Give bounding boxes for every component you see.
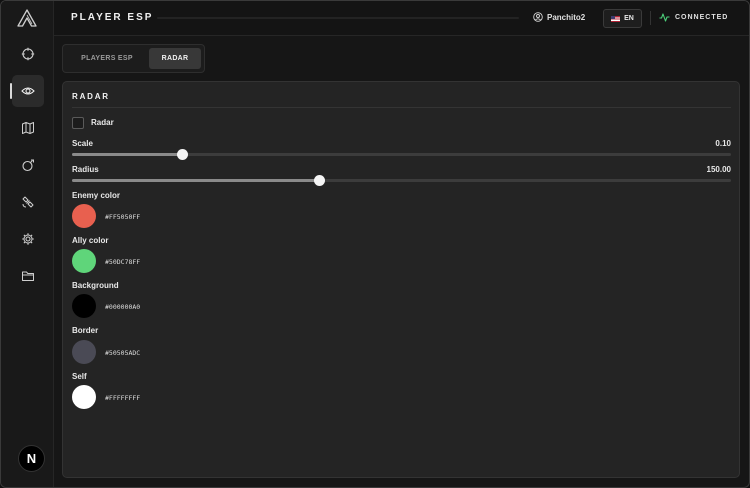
radar-checkbox-label: Radar [91, 118, 114, 127]
scale-value: 0.10 [715, 139, 731, 148]
scale-slider-fill [72, 153, 183, 156]
connection-status: CONNECTED [659, 13, 728, 22]
border-color-label: Border [72, 326, 99, 335]
active-indicator [10, 83, 12, 99]
border-color-swatch[interactable] [72, 340, 96, 364]
radar-checkbox[interactable] [72, 117, 84, 129]
folder-icon [22, 271, 34, 281]
border-color-hex: #50505ADC [105, 349, 141, 357]
nav-map[interactable] [12, 112, 44, 144]
ally-color-swatch[interactable] [72, 249, 96, 273]
background-color-hex: #000000A0 [105, 303, 141, 311]
satellite-icon [22, 196, 34, 208]
us-flag-icon [611, 15, 621, 22]
ally-color-label: Ally color [72, 236, 109, 245]
radius-slider-thumb[interactable] [314, 175, 326, 186]
panel-title: RADAR [72, 92, 110, 101]
crosshair-icon [21, 47, 35, 61]
user-icon [533, 12, 543, 22]
title-divider [157, 17, 519, 19]
header-divider [650, 11, 651, 25]
radius-label: Radius [72, 165, 99, 174]
scale-slider[interactable] [72, 149, 731, 160]
tab-radar[interactable]: RADAR [149, 48, 201, 69]
grenade-icon [22, 159, 34, 172]
nav-esp[interactable] [10, 75, 44, 107]
map-icon [22, 122, 34, 134]
enemy-color-hex: #FF5050FF [105, 213, 141, 221]
radar-panel: RADAR Radar Scale 0.10 Radius 150.00 Ene… [62, 81, 740, 478]
background-color-swatch[interactable] [72, 294, 96, 318]
language-label: EN [624, 15, 634, 22]
nav-aim[interactable] [12, 38, 44, 70]
self-color-label: Self [72, 372, 87, 381]
radius-slider[interactable] [72, 175, 731, 186]
eye-icon [21, 87, 35, 95]
activity-icon [659, 13, 670, 22]
self-color-hex: #FFFFFFFF [105, 394, 141, 402]
ally-color-hex: #50DC78FF [105, 258, 141, 266]
page-title: PLAYER ESP [71, 12, 154, 23]
scale-slider-thumb[interactable] [177, 149, 189, 160]
username: Panchito2 [547, 12, 586, 22]
status-label: CONNECTED [675, 14, 729, 21]
radius-value: 150.00 [706, 165, 731, 174]
user-profile[interactable]: Panchito2 [533, 12, 585, 22]
enemy-color-label: Enemy color [72, 191, 121, 200]
avatar[interactable]: N [18, 445, 45, 472]
nav-misc[interactable] [12, 186, 44, 218]
nav-grenades[interactable] [12, 149, 44, 181]
tab-players-esp[interactable]: PLAYERS ESP [68, 48, 146, 69]
radius-slider-fill [72, 179, 320, 182]
language-selector[interactable]: EN [603, 9, 642, 28]
sidebar: N [1, 1, 54, 487]
nav-configs[interactable] [12, 260, 44, 292]
app-window: PLAYER ESP Panchito2 EN CONNECTED N PLAY… [0, 0, 750, 488]
scale-label: Scale [72, 139, 93, 148]
logo-icon [17, 9, 37, 27]
tab-bar: PLAYERS ESP RADAR [62, 44, 205, 73]
panel-divider [72, 107, 731, 108]
enemy-color-swatch[interactable] [72, 204, 96, 228]
top-bar: PLAYER ESP Panchito2 EN CONNECTED [1, 1, 749, 36]
background-color-label: Background [72, 281, 119, 290]
nav-settings[interactable] [12, 223, 44, 255]
self-color-swatch[interactable] [72, 385, 96, 409]
gear-icon [22, 233, 34, 245]
